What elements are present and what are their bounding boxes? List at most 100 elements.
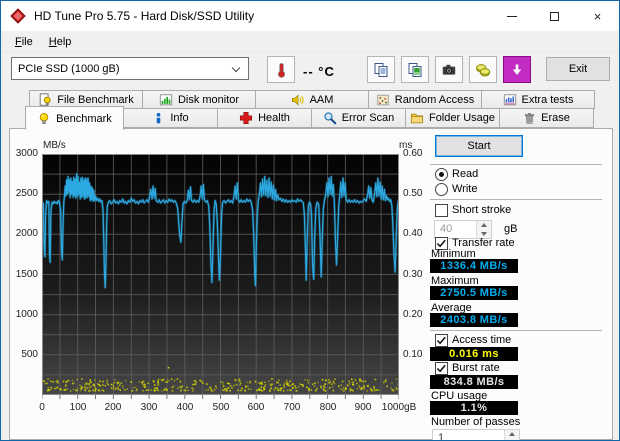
- burst-rate-checkbox[interactable]: [435, 362, 448, 375]
- copy-image-button[interactable]: [401, 56, 429, 83]
- menu-help[interactable]: Help: [41, 33, 80, 51]
- spin-down-icon: [481, 231, 487, 236]
- tab-disk-monitor[interactable]: Disk monitor: [142, 90, 256, 109]
- temperature-readout: -- °C: [303, 64, 335, 79]
- maximum-value: 2750.5 MB/s: [430, 286, 518, 300]
- axis-tick: 300: [140, 402, 158, 413]
- access-time-checkbox[interactable]: [435, 334, 448, 347]
- short-stroke-label: Short stroke: [452, 204, 512, 216]
- tab-extra-tests[interactable]: Extra tests: [481, 90, 595, 109]
- benchmark-chart: MB/s ms 3000 2500 2000 1500 1000 500 0.60 0.50 0…: [10, 129, 612, 439]
- window-title: HD Tune Pro 5.75 - Hard Disk/SSD Utility: [34, 9, 255, 23]
- app-icon: [10, 8, 26, 24]
- maximize-icon: [550, 11, 559, 21]
- drive-select[interactable]: PCIe SSD (1000 gB): [11, 57, 249, 80]
- screenshot-icon: [442, 64, 456, 75]
- short-stroke-unit-label: gB: [504, 223, 518, 235]
- extra-tests-icon: [503, 93, 516, 105]
- axis-tick: 0.40: [403, 228, 423, 239]
- tab-benchmark[interactable]: Benchmark: [25, 106, 124, 130]
- axis-tick: 3000: [15, 148, 38, 159]
- axis-tick: 0: [39, 402, 45, 413]
- short-stroke-checkbox[interactable]: [435, 204, 448, 217]
- access-time-value: 0.016 ms: [430, 347, 518, 361]
- axis-tick: 2000: [15, 228, 38, 239]
- close-button[interactable]: ×: [576, 1, 619, 31]
- passes-label: Number of passes: [431, 416, 521, 428]
- tab-erase[interactable]: Erase: [499, 108, 594, 128]
- read-radio-label: Read: [452, 168, 479, 180]
- download-update-button[interactable]: [503, 56, 531, 83]
- passes-value: 1: [438, 432, 445, 441]
- tab-health[interactable]: Health: [217, 108, 312, 128]
- write-radio[interactable]: [435, 183, 448, 196]
- health-icon: [240, 111, 253, 125]
- start-button[interactable]: Start: [435, 135, 523, 157]
- menu-file[interactable]: File: [7, 33, 41, 51]
- read-radio[interactable]: [435, 168, 448, 181]
- axis-tick: 900: [354, 402, 372, 413]
- axis-tick: 1000gB: [381, 402, 417, 413]
- y-left-axis-unit: MB/s: [43, 140, 66, 151]
- axis-tick: 500: [21, 349, 38, 360]
- axis-tick: 0.50: [403, 188, 423, 199]
- thermometer-icon: [278, 62, 285, 78]
- download-icon: [512, 64, 522, 75]
- check-icon: [436, 336, 446, 345]
- benchmark-plot: [42, 154, 399, 399]
- title-bar: HD Tune Pro 5.75 - Hard Disk/SSD Utility…: [1, 1, 619, 31]
- tab-error-scan[interactable]: Error Scan: [311, 108, 406, 128]
- minimum-value: 1336.4 MB/s: [430, 259, 518, 273]
- axis-tick: 800: [319, 402, 337, 413]
- toolbar: PCIe SSD (1000 gB) -- °C Exit: [1, 52, 619, 89]
- copy-text-icon: [374, 62, 388, 77]
- save-results-icon: [476, 63, 491, 76]
- spin-up-icon: [481, 223, 487, 228]
- screenshot-button[interactable]: [435, 56, 463, 83]
- minimize-icon: [506, 15, 517, 17]
- tab-random-access[interactable]: Random Access: [368, 90, 482, 109]
- benchmark-panel: MB/s ms 3000 2500 2000 1500 1000 500 0.60 0.50 0…: [9, 128, 613, 440]
- axis-tick: 0.30: [403, 269, 423, 280]
- passes-spinner[interactable]: 1: [432, 429, 520, 441]
- axis-tick: 2500: [15, 188, 38, 199]
- copy-image-icon: [408, 62, 422, 77]
- axis-tick: 400: [176, 402, 194, 413]
- axis-tick: 0.60: [403, 148, 423, 159]
- check-icon: [436, 364, 446, 373]
- save-results-button[interactable]: [469, 56, 497, 83]
- random-access-icon: [377, 94, 389, 105]
- separator: [430, 164, 602, 165]
- separator: [430, 199, 602, 200]
- axis-tick: 200: [104, 402, 122, 413]
- info-icon: [156, 112, 161, 123]
- error-scan-icon: [324, 112, 337, 125]
- benchmark-icon: [39, 112, 49, 124]
- spinner-buttons[interactable]: [504, 430, 519, 440]
- window-controls: ×: [490, 1, 619, 31]
- disk-monitor-icon: [159, 93, 173, 105]
- menu-bar: File Help: [1, 31, 619, 52]
- temperature-button[interactable]: [267, 56, 295, 83]
- spin-up-icon: [509, 432, 515, 436]
- axis-tick: 0.20: [403, 309, 423, 320]
- maximize-button[interactable]: [533, 1, 576, 31]
- hdtune-window: HD Tune Pro 5.75 - Hard Disk/SSD Utility…: [0, 0, 620, 441]
- spinner-buttons[interactable]: [476, 221, 491, 238]
- average-value: 2403.8 MB/s: [430, 313, 518, 327]
- exit-button[interactable]: Exit: [546, 57, 610, 81]
- axis-tick: 0.10: [403, 349, 423, 360]
- write-radio-label: Write: [452, 183, 478, 195]
- aam-icon: [291, 93, 304, 106]
- tab-info[interactable]: Info: [123, 108, 218, 128]
- minimize-button[interactable]: [490, 1, 533, 31]
- axis-tick: 1000: [15, 309, 38, 320]
- copy-text-button[interactable]: [367, 56, 395, 83]
- cpu-usage-value: 1.1%: [430, 401, 518, 415]
- tab-aam[interactable]: AAM: [255, 90, 369, 109]
- axis-tick: 700: [283, 402, 301, 413]
- erase-icon: [525, 112, 535, 124]
- short-stroke-size-value: 40: [440, 223, 453, 235]
- tab-row-lower: Benchmark Info Health Error Scan Folder …: [25, 106, 594, 130]
- tab-folder-usage[interactable]: Folder Usage: [405, 108, 500, 128]
